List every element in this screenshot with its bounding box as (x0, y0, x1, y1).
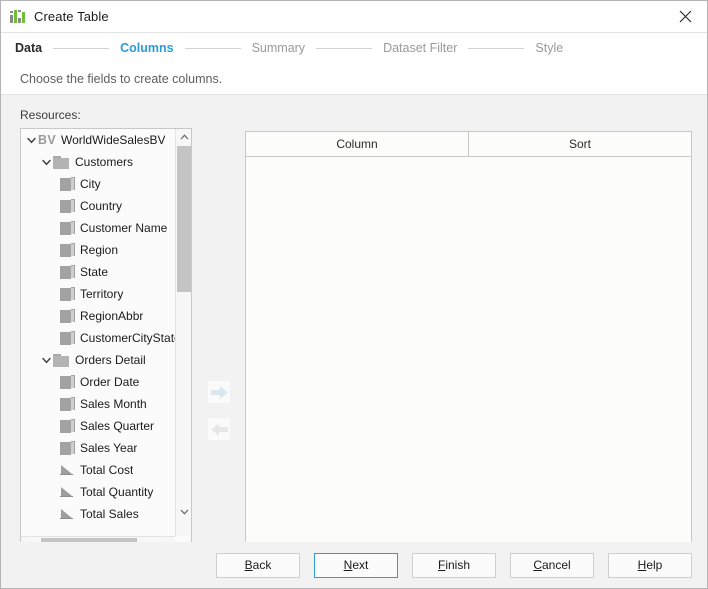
bv-icon: BV (38, 133, 56, 147)
tree-item-label: City (80, 177, 101, 191)
page-instruction: Choose the fields to create columns. (1, 63, 707, 95)
field-icon (60, 419, 75, 433)
field-icon (60, 177, 75, 191)
tree-item[interactable]: Sales Year (21, 437, 175, 459)
scroll-down-icon[interactable] (176, 504, 191, 520)
field-icon (60, 243, 75, 257)
tree-item-label: Total Cost (80, 463, 134, 477)
tree-item-label: Territory (80, 287, 124, 301)
tree-item[interactable]: Orders Detail (21, 349, 175, 371)
column-header-sort[interactable]: Sort (469, 132, 691, 156)
button-label: Cancel (533, 558, 571, 572)
measure-icon (60, 485, 74, 499)
tree-item-label: RegionAbbr (80, 309, 144, 323)
field-icon (60, 265, 75, 279)
tree-item[interactable]: Total Sales (21, 503, 175, 525)
measure-icon (60, 463, 74, 477)
tree-item[interactable]: Customers (21, 151, 175, 173)
tree-item[interactable]: Total Cost (21, 459, 175, 481)
button-label: Help (637, 558, 663, 572)
tree-item-label: Total Sales (80, 507, 139, 521)
measure-icon (60, 507, 74, 521)
tree-item-label: State (80, 265, 109, 279)
field-icon (60, 221, 75, 235)
columns-table-body[interactable] (246, 157, 691, 587)
tree-item[interactable]: CustomerCityStateZ (21, 327, 175, 349)
tree-item-label: Orders Detail (75, 353, 146, 367)
button-label: Next (343, 558, 369, 572)
field-icon (60, 375, 75, 389)
columns-table-panel: Column Sort (245, 131, 692, 588)
create-table-dialog: Create Table Data Columns Summary Dataset F… (0, 0, 708, 589)
resources-label: Resources: (20, 108, 81, 122)
back-button[interactable]: Back (216, 552, 300, 578)
stepper-step-columns[interactable]: Columns (120, 41, 173, 55)
chevron-down-icon[interactable] (25, 129, 38, 151)
resources-tree[interactable]: BV WorldWideSalesBV Customers City Country Cu… (21, 129, 175, 536)
field-icon (60, 397, 75, 411)
remove-from-columns-button[interactable] (208, 418, 230, 440)
finish-button[interactable]: Finish (412, 552, 496, 578)
tree-item[interactable]: City (21, 173, 175, 195)
tree-item-label: Order Date (80, 375, 140, 389)
resources-tree-panel: BV WorldWideSalesBV Customers City Country Cu… (20, 128, 192, 553)
field-icon (60, 331, 75, 345)
tree-item[interactable]: Order Date (21, 371, 175, 393)
scroll-up-icon[interactable] (176, 129, 191, 145)
tree-item-label: Customer Name (80, 221, 168, 235)
tree-item-label: Sales Quarter (80, 419, 155, 433)
button-label: Finish (437, 558, 471, 572)
tree-item-label: Sales Year (80, 441, 138, 455)
tree-vertical-scrollbar[interactable] (175, 129, 191, 536)
column-header-column[interactable]: Column (246, 132, 469, 156)
tree-item[interactable]: State (21, 261, 175, 283)
dialog-body: Resources: BV WorldWideSalesBV Customers Ci… (1, 96, 707, 588)
window-title: Create Table (34, 9, 109, 24)
tree-item-label: Region (80, 243, 119, 257)
tree-item-label: Total Quantity (80, 485, 154, 499)
tree-item[interactable]: Customer Name (21, 217, 175, 239)
bar-chart-icon (10, 9, 26, 25)
add-to-columns-button[interactable] (208, 381, 230, 403)
chevron-down-icon[interactable] (40, 151, 53, 173)
stepper-connector (53, 47, 110, 49)
tree-item[interactable]: Country (21, 195, 175, 217)
folder-icon (53, 353, 69, 367)
stepper-connector (468, 47, 525, 49)
tree-item[interactable]: BV WorldWideSalesBV (21, 129, 175, 151)
wizard-stepper: Data Columns Summary Dataset Filter Style (1, 33, 707, 63)
tree-item[interactable]: Total Quantity (21, 481, 175, 503)
tree-item[interactable]: RegionAbbr (21, 305, 175, 327)
tree-item-label: Customers (75, 155, 134, 169)
chevron-down-icon[interactable] (40, 349, 53, 371)
tree-item[interactable]: Region (21, 239, 175, 261)
tree-item-label: CustomerCityStateZ (80, 331, 175, 345)
field-icon (60, 287, 75, 301)
dialog-footer: Back Next Finish Cancel Help (1, 542, 707, 588)
tree-item[interactable]: Sales Quarter (21, 415, 175, 437)
tree-item[interactable]: Sales Month (21, 393, 175, 415)
stepper-step-data[interactable]: Data (15, 41, 42, 55)
button-label: Back (244, 558, 272, 572)
stepper-step-style[interactable]: Style (535, 41, 563, 55)
next-button[interactable]: Next (314, 552, 398, 578)
field-icon (60, 199, 75, 213)
stepper-connector (184, 47, 241, 49)
cancel-button[interactable]: Cancel (510, 552, 594, 578)
tree-item-label: Country (80, 199, 123, 213)
stepper-connector (316, 47, 373, 49)
help-button[interactable]: Help (608, 552, 692, 578)
tree-item-label: Sales Month (80, 397, 147, 411)
tree-vscroll-thumb[interactable] (177, 146, 191, 292)
stepper-step-dataset-filter[interactable]: Dataset Filter (383, 41, 457, 55)
field-icon (60, 441, 75, 455)
field-icon (60, 309, 75, 323)
stepper-step-summary[interactable]: Summary (252, 41, 305, 55)
title-bar: Create Table (1, 1, 707, 33)
columns-table-header: Column Sort (246, 132, 691, 157)
tree-item-label: WorldWideSalesBV (60, 133, 166, 147)
folder-icon (53, 155, 69, 169)
close-icon[interactable] (663, 1, 707, 32)
tree-item[interactable]: Territory (21, 283, 175, 305)
